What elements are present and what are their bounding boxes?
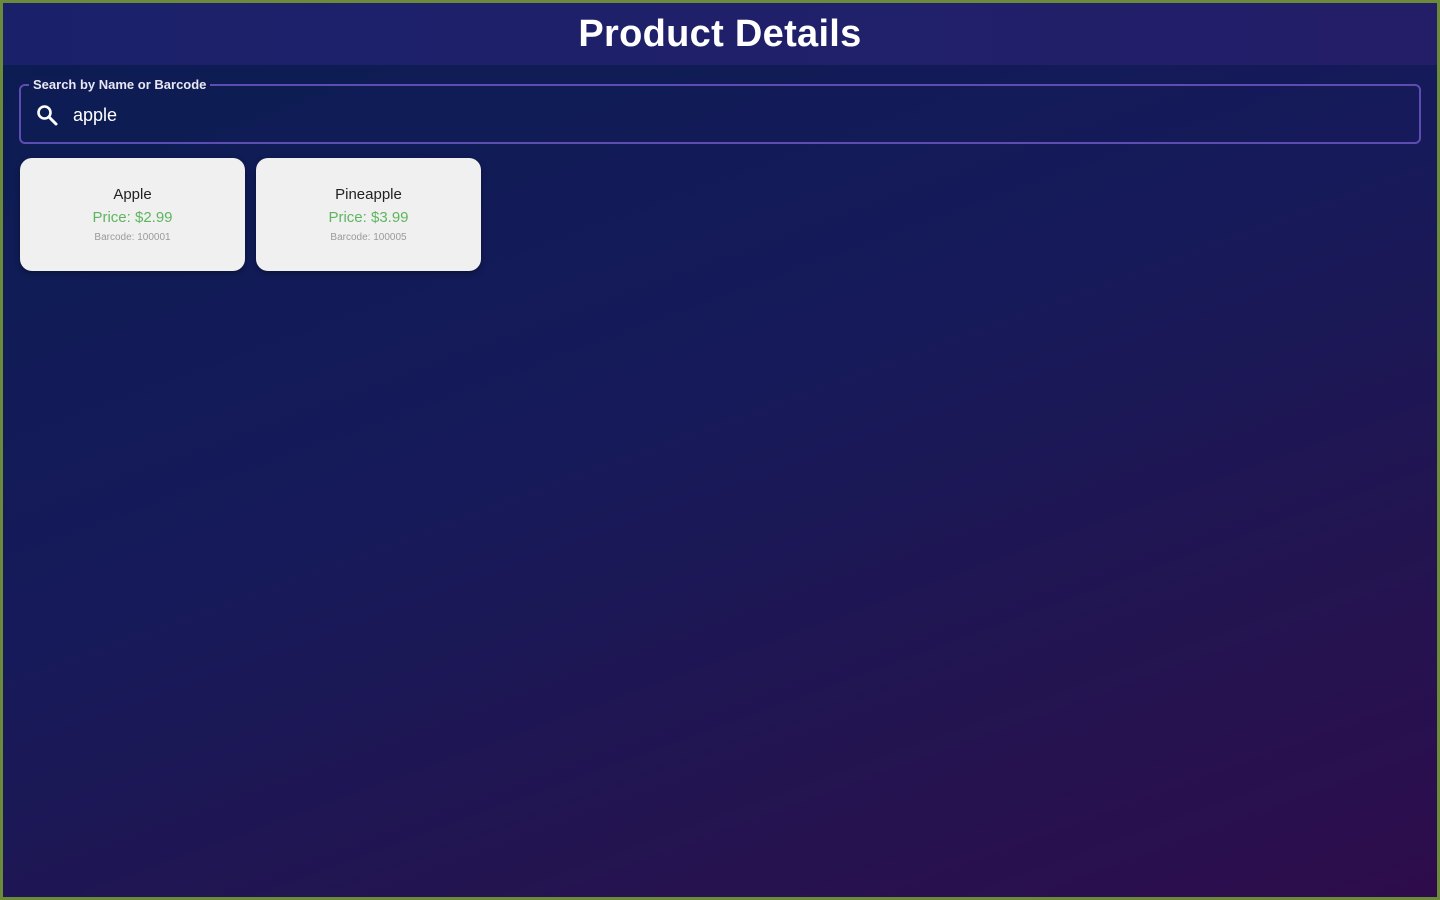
results-list: Apple Price: $2.99 Barcode: 100001 Pinea… — [20, 158, 481, 271]
product-name: Pineapple — [335, 186, 402, 203]
app-window: Product Details Search by Name or Barcod… — [0, 0, 1440, 900]
search-input[interactable] — [73, 100, 1393, 130]
product-price: Price: $3.99 — [328, 209, 409, 226]
product-card[interactable]: Apple Price: $2.99 Barcode: 100001 — [20, 158, 245, 271]
page-title: Product Details — [578, 12, 862, 55]
search-label: Search by Name or Barcode — [29, 76, 211, 94]
search-icon — [35, 103, 59, 127]
product-barcode: Barcode: 100001 — [94, 232, 171, 243]
search-field[interactable]: Search by Name or Barcode — [19, 76, 1421, 144]
header-bar: Product Details — [3, 3, 1437, 65]
product-price: Price: $2.99 — [92, 209, 173, 226]
product-name: Apple — [113, 186, 152, 203]
product-barcode: Barcode: 100005 — [330, 232, 407, 243]
product-card[interactable]: Pineapple Price: $3.99 Barcode: 100005 — [256, 158, 481, 271]
